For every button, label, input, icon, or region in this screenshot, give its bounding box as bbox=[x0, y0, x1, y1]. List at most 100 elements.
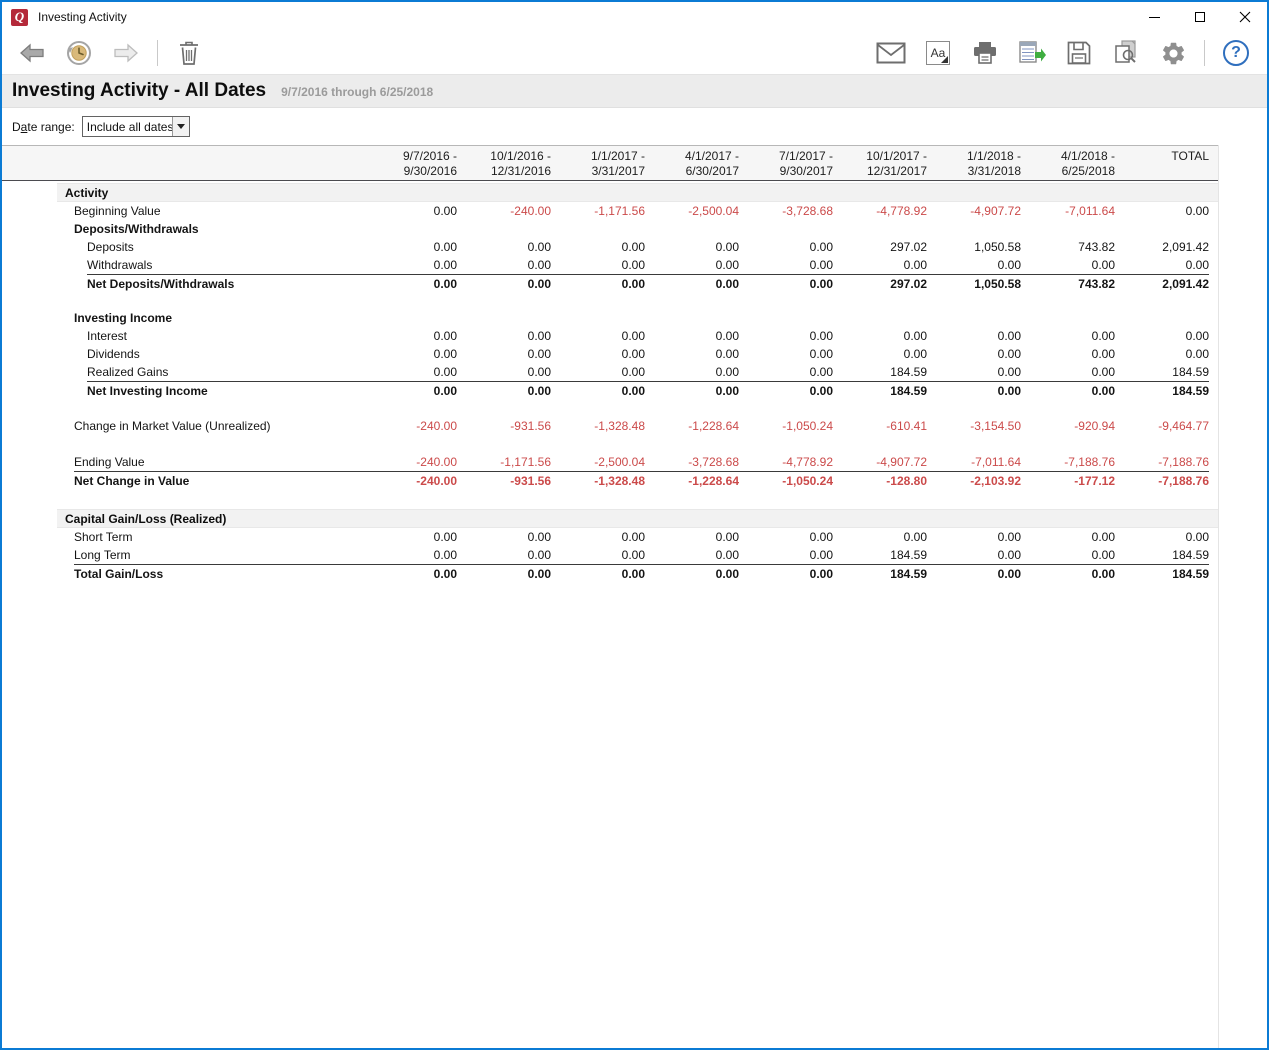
value-cell[interactable]: -240.00 bbox=[363, 472, 457, 489]
value-cell[interactable]: 0.00 bbox=[363, 202, 457, 220]
value-cell[interactable]: 0.00 bbox=[739, 345, 833, 363]
value-cell[interactable]: 0.00 bbox=[1115, 327, 1209, 345]
value-cell[interactable]: 0.00 bbox=[551, 528, 645, 546]
value-cell[interactable]: 0.00 bbox=[1021, 327, 1115, 345]
value-cell[interactable]: 0.00 bbox=[645, 528, 739, 546]
value-cell[interactable]: 0.00 bbox=[1021, 546, 1115, 564]
value-cell[interactable]: 0.00 bbox=[457, 546, 551, 564]
value-cell[interactable]: 184.59 bbox=[833, 546, 927, 564]
settings-button[interactable] bbox=[1156, 36, 1190, 70]
value-cell[interactable]: 0.00 bbox=[457, 275, 551, 292]
value-cell[interactable]: -1,171.56 bbox=[457, 453, 551, 471]
value-cell[interactable]: -128.80 bbox=[833, 472, 927, 489]
value-cell[interactable]: 743.82 bbox=[1021, 238, 1115, 256]
value-cell[interactable]: -4,907.72 bbox=[833, 453, 927, 471]
value-cell[interactable]: 0.00 bbox=[927, 256, 1021, 274]
value-cell[interactable]: -1,228.64 bbox=[645, 417, 739, 435]
value-cell[interactable]: 1,050.58 bbox=[927, 238, 1021, 256]
value-cell[interactable]: -7,011.64 bbox=[927, 453, 1021, 471]
value-cell[interactable]: 0.00 bbox=[363, 345, 457, 363]
help-button[interactable]: ? bbox=[1219, 36, 1253, 70]
value-cell[interactable]: -3,154.50 bbox=[927, 417, 1021, 435]
value-cell[interactable]: 0.00 bbox=[645, 382, 739, 399]
value-cell[interactable]: -3,728.68 bbox=[739, 202, 833, 220]
value-cell[interactable]: 0.00 bbox=[363, 363, 457, 381]
value-cell[interactable]: 0.00 bbox=[551, 382, 645, 399]
value-cell[interactable]: 0.00 bbox=[739, 546, 833, 564]
value-cell[interactable]: 0.00 bbox=[645, 546, 739, 564]
value-cell[interactable]: 0.00 bbox=[363, 327, 457, 345]
value-cell[interactable]: -610.41 bbox=[833, 417, 927, 435]
value-cell[interactable]: -7,011.64 bbox=[1021, 202, 1115, 220]
email-button[interactable] bbox=[874, 36, 908, 70]
value-cell[interactable]: 0.00 bbox=[457, 238, 551, 256]
value-cell[interactable]: 0.00 bbox=[739, 528, 833, 546]
value-cell[interactable]: 0.00 bbox=[927, 327, 1021, 345]
back-button[interactable] bbox=[15, 36, 49, 70]
value-cell[interactable]: -1,328.48 bbox=[551, 417, 645, 435]
value-cell[interactable]: 0.00 bbox=[363, 565, 457, 582]
maximize-button[interactable] bbox=[1177, 2, 1222, 32]
value-cell[interactable]: 1,050.58 bbox=[927, 275, 1021, 292]
value-cell[interactable]: 2,091.42 bbox=[1115, 275, 1209, 292]
value-cell[interactable]: 0.00 bbox=[363, 382, 457, 399]
value-cell[interactable]: 184.59 bbox=[1115, 382, 1209, 399]
value-cell[interactable]: 0.00 bbox=[457, 528, 551, 546]
value-cell[interactable]: 0.00 bbox=[551, 345, 645, 363]
value-cell[interactable]: -3,728.68 bbox=[645, 453, 739, 471]
value-cell[interactable]: 184.59 bbox=[1115, 363, 1209, 381]
value-cell[interactable]: -177.12 bbox=[1021, 472, 1115, 489]
value-cell[interactable]: 0.00 bbox=[739, 275, 833, 292]
close-button[interactable] bbox=[1222, 2, 1267, 32]
value-cell[interactable]: 0.00 bbox=[833, 345, 927, 363]
print-button[interactable] bbox=[968, 36, 1002, 70]
value-cell[interactable]: 0.00 bbox=[927, 565, 1021, 582]
date-range-select[interactable]: Include all dates bbox=[82, 116, 190, 137]
value-cell[interactable]: 0.00 bbox=[551, 546, 645, 564]
value-cell[interactable]: 0.00 bbox=[551, 275, 645, 292]
value-cell[interactable]: 2,091.42 bbox=[1115, 238, 1209, 256]
value-cell[interactable]: -7,188.76 bbox=[1021, 453, 1115, 471]
export-button[interactable] bbox=[1015, 36, 1049, 70]
value-cell[interactable]: -931.56 bbox=[457, 417, 551, 435]
value-cell[interactable]: 184.59 bbox=[1115, 546, 1209, 564]
value-cell[interactable]: 743.82 bbox=[1021, 275, 1115, 292]
value-cell[interactable]: 0.00 bbox=[1021, 528, 1115, 546]
value-cell[interactable]: 0.00 bbox=[363, 256, 457, 274]
value-cell[interactable]: 0.00 bbox=[927, 546, 1021, 564]
value-cell[interactable]: 297.02 bbox=[833, 238, 927, 256]
value-cell[interactable]: 0.00 bbox=[363, 275, 457, 292]
value-cell[interactable]: -240.00 bbox=[363, 453, 457, 471]
value-cell[interactable]: 0.00 bbox=[1115, 345, 1209, 363]
print-preview-button[interactable] bbox=[1109, 36, 1143, 70]
value-cell[interactable]: -1,050.24 bbox=[739, 417, 833, 435]
value-cell[interactable]: 0.00 bbox=[645, 327, 739, 345]
value-cell[interactable]: 0.00 bbox=[457, 382, 551, 399]
value-cell[interactable]: 0.00 bbox=[645, 565, 739, 582]
value-cell[interactable]: 0.00 bbox=[927, 363, 1021, 381]
value-cell[interactable]: 0.00 bbox=[457, 327, 551, 345]
value-cell[interactable]: -240.00 bbox=[363, 417, 457, 435]
value-cell[interactable]: 184.59 bbox=[833, 565, 927, 582]
value-cell[interactable]: 0.00 bbox=[1021, 363, 1115, 381]
value-cell[interactable]: -1,171.56 bbox=[551, 202, 645, 220]
value-cell[interactable]: -1,050.24 bbox=[739, 472, 833, 489]
value-cell[interactable]: 0.00 bbox=[739, 382, 833, 399]
value-cell[interactable]: 0.00 bbox=[645, 275, 739, 292]
value-cell[interactable]: 184.59 bbox=[1115, 565, 1209, 582]
value-cell[interactable]: 0.00 bbox=[363, 546, 457, 564]
value-cell[interactable]: 0.00 bbox=[1021, 256, 1115, 274]
value-cell[interactable]: 297.02 bbox=[833, 275, 927, 292]
value-cell[interactable]: 0.00 bbox=[739, 327, 833, 345]
value-cell[interactable]: 0.00 bbox=[833, 528, 927, 546]
value-cell[interactable]: 184.59 bbox=[833, 382, 927, 399]
value-cell[interactable]: 0.00 bbox=[1021, 565, 1115, 582]
value-cell[interactable]: 0.00 bbox=[645, 238, 739, 256]
value-cell[interactable]: -4,778.92 bbox=[739, 453, 833, 471]
value-cell[interactable]: 0.00 bbox=[1115, 528, 1209, 546]
minimize-button[interactable] bbox=[1132, 2, 1177, 32]
value-cell[interactable]: 0.00 bbox=[1115, 202, 1209, 220]
value-cell[interactable]: 0.00 bbox=[739, 256, 833, 274]
save-button[interactable] bbox=[1062, 36, 1096, 70]
delete-button[interactable] bbox=[172, 36, 206, 70]
